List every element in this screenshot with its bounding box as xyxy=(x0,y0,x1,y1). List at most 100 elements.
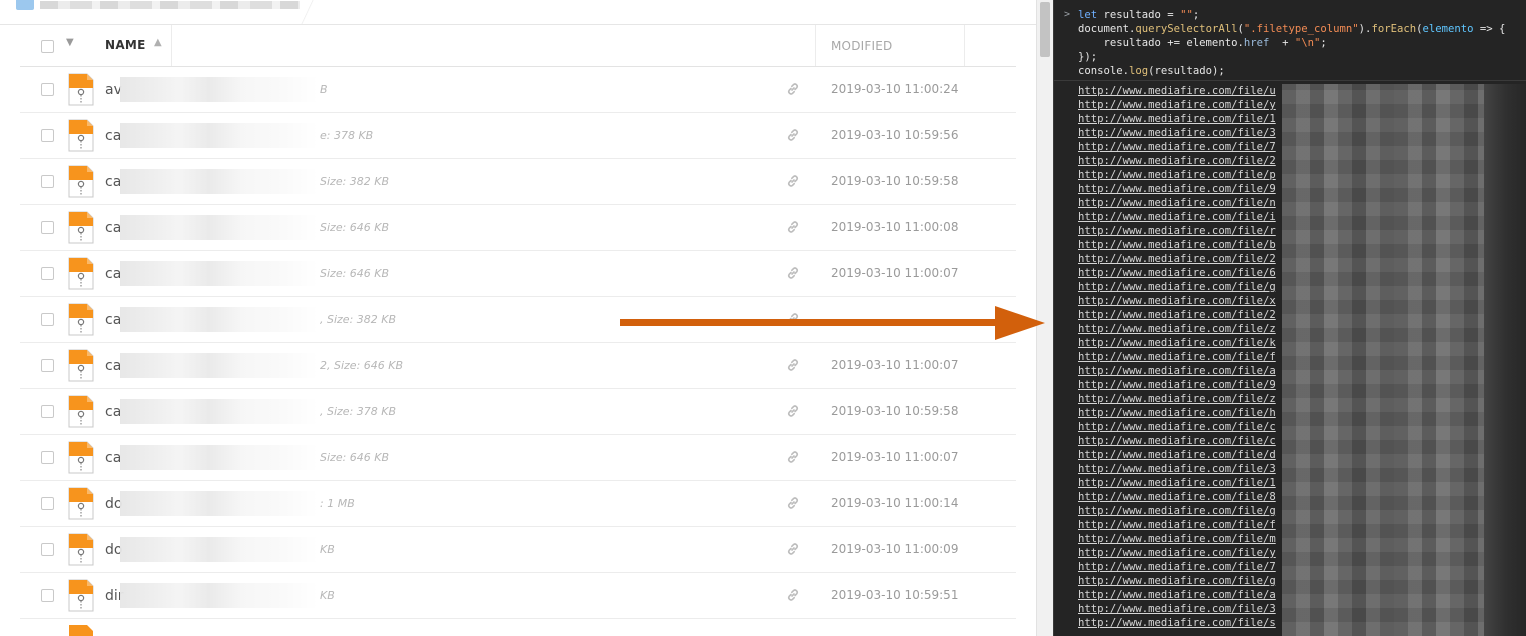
modified-date: 2019-03-10 11:00:07 xyxy=(831,450,959,464)
link-icon[interactable] xyxy=(786,588,800,602)
file-name[interactable]: ca xyxy=(105,404,121,420)
table-row[interactable]: ca Size: 646 KB 2019-03-10 11:00:07 xyxy=(20,251,1016,297)
table-row[interactable]: dir KB 2019-03-10 10:59:51 xyxy=(20,573,1016,619)
table-row[interactable]: ca e: 378 KB 2019-03-10 10:59:56 xyxy=(20,113,1016,159)
file-size: KB xyxy=(320,589,335,602)
row-checkbox[interactable] xyxy=(41,267,54,280)
code-token: elemento xyxy=(1422,23,1474,35)
code-token: (resultado); xyxy=(1148,65,1225,77)
zip-file-icon xyxy=(68,487,94,520)
zip-file-icon xyxy=(68,579,94,612)
file-name[interactable]: ca xyxy=(105,266,121,282)
table-row[interactable]: ca Size: 646 KB 2019-03-10 11:00:07 xyxy=(20,435,1016,481)
row-checkbox[interactable] xyxy=(41,221,54,234)
file-size: Size: 646 KB xyxy=(320,451,390,464)
row-checkbox[interactable] xyxy=(41,497,54,510)
modified-date: 2019-03-10 11:00:08 xyxy=(831,220,959,234)
file-size: Size: 646 KB xyxy=(320,267,390,280)
blurred-file-name xyxy=(120,123,318,148)
code-token: "" xyxy=(1180,9,1193,21)
file-name[interactable]: ca xyxy=(105,128,121,144)
file-list: av B 2019-03-10 11:00:24 ca e: 378 KB 2019-03… xyxy=(20,67,1016,619)
select-options-dropdown-icon[interactable]: ▼ xyxy=(66,37,74,48)
file-name[interactable]: ca xyxy=(105,174,121,190)
code-token: ".filetype_column" xyxy=(1243,23,1359,35)
row-checkbox[interactable] xyxy=(41,543,54,556)
zip-file-icon xyxy=(68,257,94,290)
table-row[interactable]: ca , Size: 378 KB 2019-03-10 10:59:58 xyxy=(20,389,1016,435)
blurred-file-name xyxy=(120,169,318,194)
file-name[interactable]: ca xyxy=(105,358,121,374)
code-token: log xyxy=(1129,65,1149,77)
sort-ascending-icon[interactable]: ▲ xyxy=(154,37,162,48)
table-row[interactable]: ca Size: 646 KB 2019-03-10 11:00:08 xyxy=(20,205,1016,251)
file-size: KB xyxy=(320,543,335,556)
zip-file-icon xyxy=(68,349,94,382)
file-size: , Size: 378 KB xyxy=(320,405,397,418)
row-checkbox[interactable] xyxy=(41,313,54,326)
row-checkbox[interactable] xyxy=(41,451,54,464)
link-icon[interactable] xyxy=(786,496,800,510)
console-command[interactable]: > let resultado = ""; document.querySele… xyxy=(1054,0,1526,81)
modified-date: 2019-03-10 11:00:07 xyxy=(831,358,959,372)
code-token: resultado = xyxy=(1097,9,1181,21)
table-row[interactable]: do: 1 MB 2019-03-10 11:00:14 xyxy=(20,481,1016,527)
link-icon[interactable] xyxy=(786,450,800,464)
link-icon[interactable] xyxy=(786,82,800,96)
zip-file-icon xyxy=(68,441,94,474)
row-checkbox[interactable] xyxy=(41,129,54,142)
code-token: querySelectorAll xyxy=(1135,23,1238,35)
file-name[interactable]: ca xyxy=(105,220,121,236)
row-checkbox[interactable] xyxy=(41,175,54,188)
breadcrumb-path-blurred[interactable] xyxy=(40,1,302,9)
link-icon[interactable] xyxy=(786,174,800,188)
select-all-checkbox[interactable] xyxy=(41,40,54,53)
table-row[interactable]: av B 2019-03-10 11:00:24 xyxy=(20,67,1016,113)
row-checkbox[interactable] xyxy=(41,405,54,418)
link-icon[interactable] xyxy=(786,404,800,418)
blurred-file-name xyxy=(120,261,318,286)
code-line-5: console.log(resultado); xyxy=(1078,64,1225,78)
link-icon[interactable] xyxy=(786,220,800,234)
table-row[interactable]: ca Size: 382 KB 2019-03-10 10:59:58 xyxy=(20,159,1016,205)
table-row[interactable]: do KB 2019-03-10 11:00:09 xyxy=(20,527,1016,573)
zip-file-icon xyxy=(68,395,94,428)
file-size: Size: 382 KB xyxy=(320,175,390,188)
file-name[interactable]: ca xyxy=(105,450,121,466)
link-icon[interactable] xyxy=(786,358,800,372)
file-name[interactable]: ca xyxy=(105,312,121,328)
column-header-name[interactable]: NAME xyxy=(105,38,146,52)
file-size: : 1 MB xyxy=(320,497,355,510)
blurred-file-name xyxy=(120,353,318,378)
folder-icon[interactable] xyxy=(16,0,34,10)
code-token: ; xyxy=(1192,9,1200,21)
modified-date: 2019-03-10 11:00:07 xyxy=(831,266,959,280)
row-checkbox[interactable] xyxy=(41,83,54,96)
zip-file-icon xyxy=(68,533,94,566)
scrollbar-thumb[interactable] xyxy=(1040,2,1050,57)
column-header-modified[interactable]: MODIFIED xyxy=(831,39,892,53)
code-token: ). xyxy=(1358,23,1372,35)
link-icon[interactable] xyxy=(786,128,800,142)
link-icon[interactable] xyxy=(786,542,800,556)
blurred-file-name xyxy=(120,307,318,332)
modified-date: 2019-03-10 10:59:58 xyxy=(831,404,959,418)
code-token: ; xyxy=(1320,37,1327,49)
code-token: document. xyxy=(1078,23,1136,35)
column-divider xyxy=(964,25,965,66)
modified-date: 2019-03-10 11:00:09 xyxy=(831,542,959,556)
blurred-file-name xyxy=(120,445,318,470)
row-checkbox[interactable] xyxy=(41,359,54,372)
table-row[interactable]: ca 2, Size: 646 KB 2019-03-10 11:00:07 xyxy=(20,343,1016,389)
file-size: Size: 646 KB xyxy=(320,221,390,234)
modified-date: 2019-03-10 10:59:56 xyxy=(831,128,959,142)
row-checkbox[interactable] xyxy=(41,589,54,602)
code-line-3: resultado += elemento.href + "\n"; xyxy=(1078,36,1327,50)
pixelated-redaction-edge xyxy=(1484,84,1526,636)
pixelated-redaction xyxy=(1282,84,1514,636)
link-icon[interactable] xyxy=(786,266,800,280)
code-token: resultado += elemento. xyxy=(1078,37,1244,49)
devtools-console: > let resultado = ""; document.querySele… xyxy=(1053,0,1526,636)
file-size: , Size: 382 KB xyxy=(320,313,397,326)
code-token: href xyxy=(1243,37,1270,49)
